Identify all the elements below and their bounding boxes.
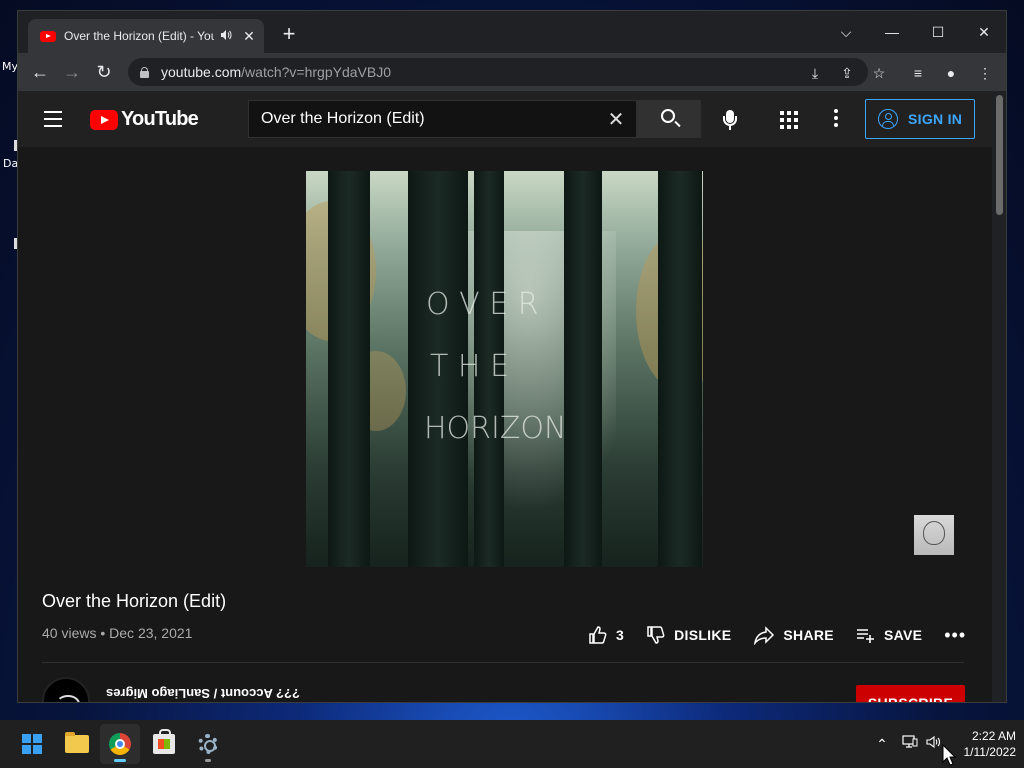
like-count: 3 xyxy=(616,627,625,643)
search-icon xyxy=(661,109,675,123)
browser-tab[interactable]: Over the Horizon (Edit) - YouTube ✕ xyxy=(28,19,264,53)
save-button[interactable]: SAVE xyxy=(856,625,922,645)
system-clock[interactable]: 2:22 AM 1/11/2022 xyxy=(950,728,1017,760)
search-input[interactable]: Over the Horizon (Edit) ✕ xyxy=(248,100,637,138)
volume-icon[interactable] xyxy=(924,734,944,754)
divider xyxy=(42,662,964,663)
taskbar: ⌃ 2:22 AM 1/11/2022 xyxy=(0,720,1024,768)
dislike-label: DISLIKE xyxy=(674,627,732,643)
search-button[interactable] xyxy=(637,100,701,138)
store-bag-icon xyxy=(153,729,175,754)
install-icon[interactable]: ⤓ xyxy=(806,64,824,82)
poster-text-line-3: HORIZON xyxy=(424,411,567,446)
youtube-logo-text: YouTube xyxy=(121,108,199,130)
clock-time: 2:22 AM xyxy=(971,729,1016,743)
mouse-cursor-icon xyxy=(942,744,956,766)
share-label: SHARE xyxy=(783,627,834,643)
lock-icon[interactable] xyxy=(140,67,149,78)
youtube-favicon-icon xyxy=(40,30,56,42)
page-scrollbar[interactable] xyxy=(992,91,1006,702)
profile-icon[interactable]: ● xyxy=(941,63,961,83)
subscribe-button[interactable]: SUBSCRIBE xyxy=(856,685,965,702)
share-arrow-icon xyxy=(754,626,775,645)
new-tab-button[interactable]: + xyxy=(278,23,300,45)
like-button[interactable]: 3 xyxy=(588,625,624,645)
channel-avatar[interactable] xyxy=(42,677,90,702)
channel-watermark-thumbnail[interactable] xyxy=(914,515,954,555)
dislike-button[interactable]: DISLIKE xyxy=(646,625,731,645)
desktop-icon-label[interactable]: Da xyxy=(3,157,18,170)
video-title: Over the Horizon (Edit) xyxy=(42,591,227,611)
speaker-icon[interactable] xyxy=(220,29,234,44)
poster-text-line-1: O V E R xyxy=(426,287,539,322)
url-host: youtube.com xyxy=(161,64,242,80)
video-actions: 3 DISLIKE SHARE SAVE ••• xyxy=(588,623,966,647)
youtube-page: YouTube Over the Horizon (Edit) ✕ SIGN I… xyxy=(18,91,993,702)
video-player[interactable]: O V E R T H E HORIZON xyxy=(306,171,703,567)
tab-strip: Over the Horizon (Edit) - YouTube ✕ + ⌵ … xyxy=(18,11,1006,53)
file-explorer-button[interactable] xyxy=(56,724,96,764)
share-icon[interactable]: ⇪ xyxy=(838,64,856,82)
back-arrow-icon[interactable]: ← xyxy=(27,59,53,85)
tab-title: Over the Horizon (Edit) - YouTube xyxy=(64,29,214,43)
menu-icon[interactable] xyxy=(44,111,64,127)
desktop-icon-label[interactable]: My xyxy=(2,60,18,73)
clock-date: 1/11/2022 xyxy=(963,745,1017,759)
maximize-button[interactable]: ☐ xyxy=(915,17,961,47)
video-meta: 40 views • Dec 23, 2021 xyxy=(42,625,192,641)
share-button[interactable]: SHARE xyxy=(753,625,834,645)
thumbs-up-icon xyxy=(589,626,607,644)
upload-date: Dec 23, 2021 xyxy=(109,625,193,641)
sign-in-button[interactable]: SIGN IN xyxy=(865,99,975,139)
reload-icon[interactable]: ↻ xyxy=(91,59,117,85)
gear-icon xyxy=(198,734,218,754)
bookmark-star-icon[interactable]: ☆ xyxy=(870,64,888,82)
more-actions-icon[interactable]: ••• xyxy=(944,625,966,646)
tab-search-button[interactable]: ⌵ xyxy=(823,17,869,47)
store-button[interactable] xyxy=(144,724,184,764)
settings-menu-icon[interactable] xyxy=(834,109,840,129)
microphone-icon[interactable] xyxy=(718,108,742,132)
account-icon xyxy=(878,109,898,129)
sign-in-label: SIGN IN xyxy=(908,111,963,127)
apps-grid-icon[interactable] xyxy=(780,111,798,129)
meta-separator: • xyxy=(100,625,110,641)
youtube-play-icon xyxy=(90,109,118,130)
address-bar[interactable]: youtube.com/watch?v=hrgpYdaVBJ0 ⤓ ⇪ ☆ xyxy=(128,58,885,86)
close-window-button[interactable]: ✕ xyxy=(961,17,1006,47)
folder-icon xyxy=(65,732,89,753)
youtube-logo[interactable]: YouTube xyxy=(90,108,199,131)
chrome-taskbar-button[interactable] xyxy=(100,724,140,764)
view-count: 40 views xyxy=(42,625,97,641)
channel-name[interactable]: ??? Account / SanLiago Migres xyxy=(106,686,300,701)
chevron-up-icon[interactable]: ⌃ xyxy=(872,734,892,754)
url-path: /watch?v=hrgpYdaVBJ0 xyxy=(241,64,391,80)
chrome-icon xyxy=(109,733,131,755)
poster-text-line-2: T H E xyxy=(430,349,509,384)
minimize-button[interactable]: — xyxy=(869,17,915,47)
start-button[interactable] xyxy=(12,724,52,764)
settings-button[interactable] xyxy=(188,724,228,764)
save-label: SAVE xyxy=(883,627,923,643)
scrollbar-thumb[interactable] xyxy=(996,95,1003,215)
clear-search-icon[interactable]: ✕ xyxy=(602,107,630,132)
active-indicator xyxy=(114,759,126,762)
running-indicator xyxy=(205,759,211,762)
tab-close-icon[interactable]: ✕ xyxy=(242,28,256,45)
windows-logo-icon xyxy=(22,734,42,754)
youtube-header: YouTube Over the Horizon (Edit) ✕ SIGN I… xyxy=(18,91,993,147)
search-query: Over the Horizon (Edit) xyxy=(261,110,425,127)
chrome-menu-icon[interactable]: ⋮ xyxy=(975,63,995,83)
browser-window: Over the Horizon (Edit) - YouTube ✕ + ⌵ … xyxy=(17,10,1007,703)
browser-toolbar: ← → ↻ youtube.com/watch?v=hrgpYdaVBJ0 ⤓ … xyxy=(18,53,1006,91)
forward-arrow-icon[interactable]: → xyxy=(59,59,85,85)
media-control-icon[interactable]: ≡ xyxy=(908,63,928,83)
playlist-add-icon xyxy=(856,629,874,643)
network-icon[interactable] xyxy=(900,734,920,754)
thumbs-down-icon xyxy=(647,626,665,644)
